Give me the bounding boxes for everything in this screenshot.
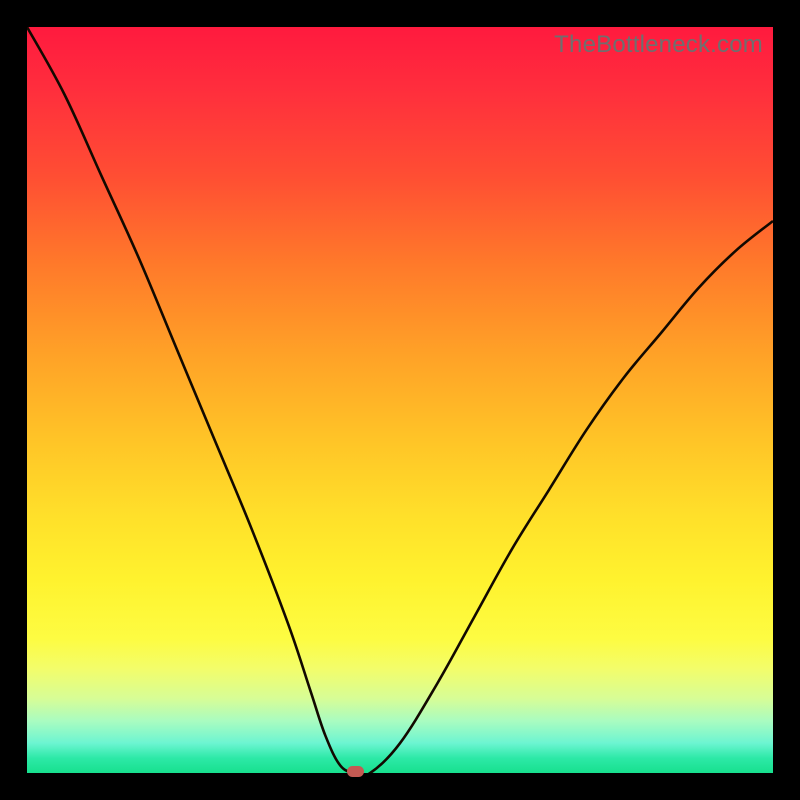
chart-frame: TheBottleneck.com xyxy=(0,0,800,800)
optimal-marker xyxy=(347,766,364,777)
bottleneck-curve xyxy=(27,27,773,773)
plot-area: TheBottleneck.com xyxy=(27,27,773,773)
curve-path xyxy=(27,27,773,773)
